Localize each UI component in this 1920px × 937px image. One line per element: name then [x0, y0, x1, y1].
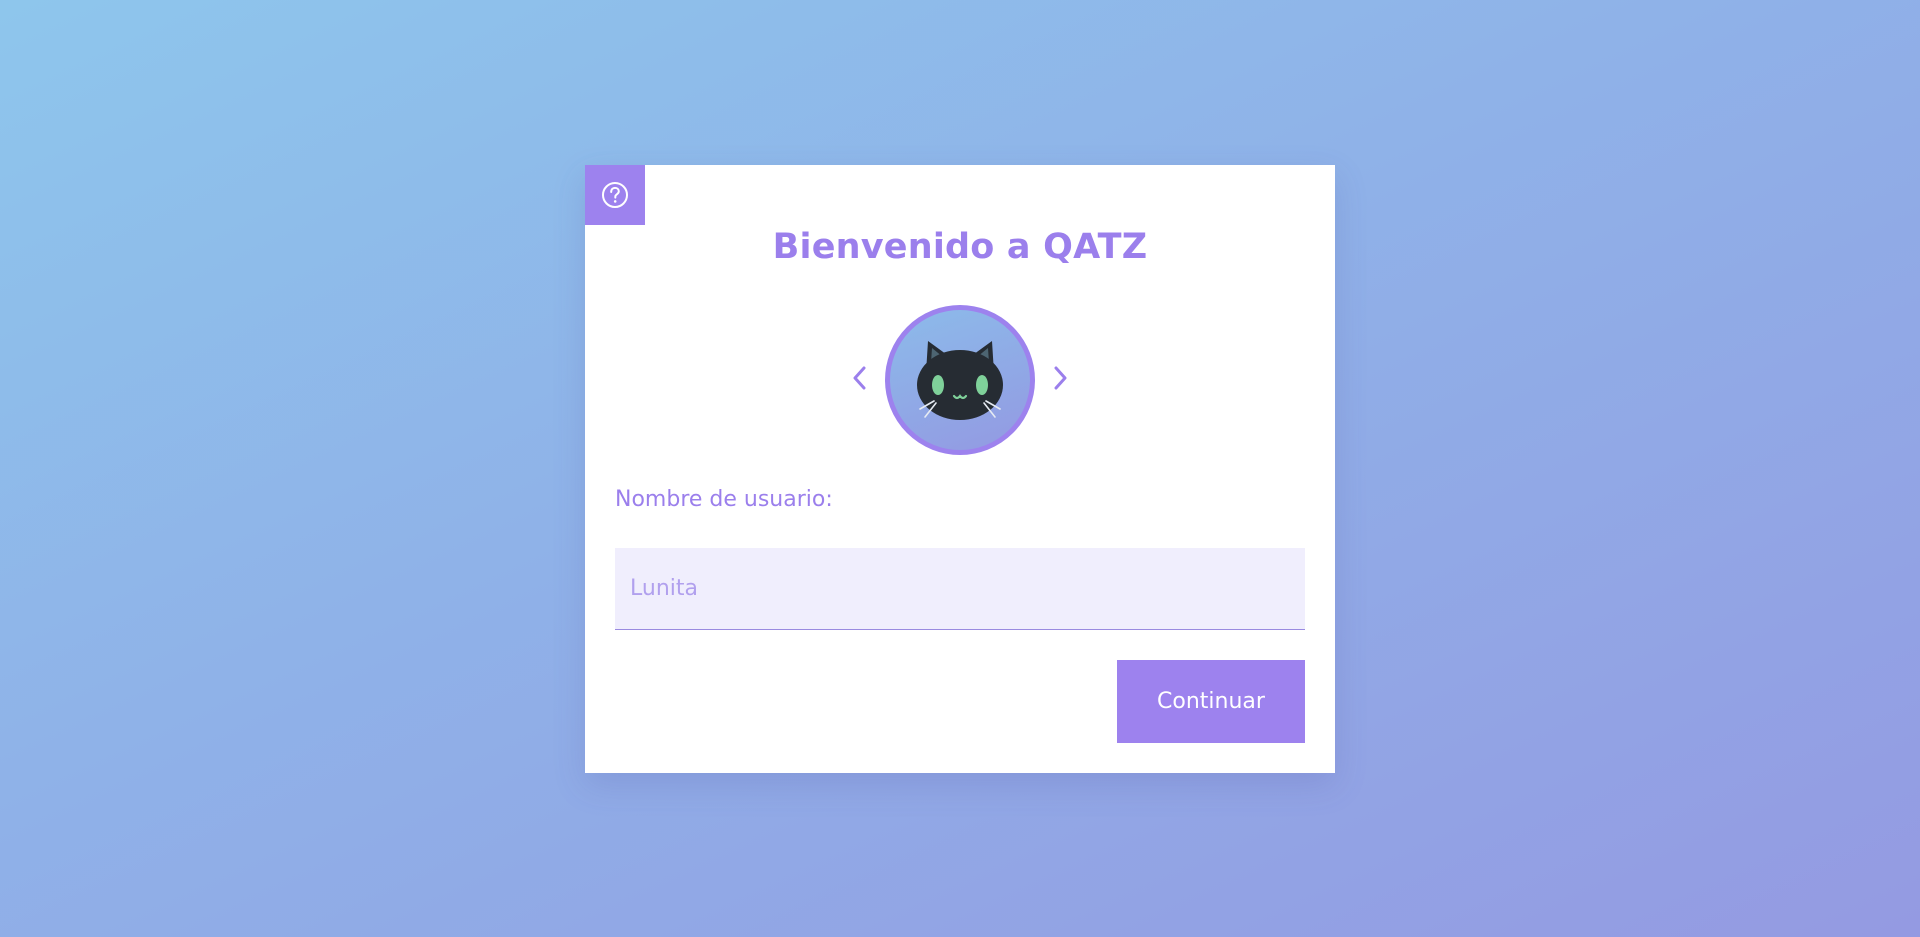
- chevron-right-icon: [1051, 364, 1071, 396]
- black-cat-icon: [910, 333, 1010, 427]
- username-field-container: [615, 548, 1305, 630]
- page-title: Bienvenido a QATZ: [772, 227, 1148, 267]
- help-button[interactable]: [585, 165, 645, 225]
- username-label: Nombre de usuario:: [615, 487, 833, 512]
- question-circle-icon: [601, 181, 629, 209]
- login-card: Bienvenido a QATZ Nombre de usuario: Lun…: [585, 165, 1335, 773]
- avatar-picker: [585, 305, 1335, 455]
- avatar: [885, 305, 1035, 455]
- next-avatar-button[interactable]: [1041, 360, 1081, 400]
- previous-avatar-button[interactable]: [839, 360, 879, 400]
- username-input[interactable]: [615, 548, 1305, 629]
- chevron-left-icon: [849, 364, 869, 396]
- continue-button[interactable]: Continuar: [1117, 660, 1305, 743]
